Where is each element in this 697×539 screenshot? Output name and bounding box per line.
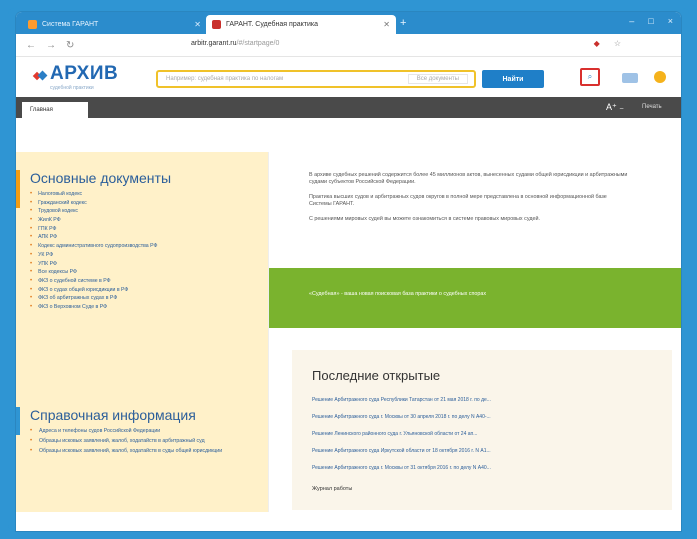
doc-link[interactable]: Налоговый кодекс bbox=[30, 190, 157, 199]
message-icon[interactable] bbox=[622, 73, 638, 83]
section-accent bbox=[16, 407, 20, 435]
intro-text: В архиве судебных решений содержится бол… bbox=[309, 172, 629, 231]
recent-title: Последние открытые bbox=[312, 368, 441, 383]
recent-doc-link[interactable]: Решение Арбитражного суда Иркутской обла… bbox=[312, 447, 491, 464]
site-header: АРХИВ судебной практики Например: судебн… bbox=[16, 57, 681, 97]
recent-doc-link[interactable]: Решение Ленинского районного суда г. Уль… bbox=[312, 430, 491, 447]
promo-banner[interactable]: «Судебная» - ваша новая поисковая база п… bbox=[269, 268, 681, 328]
intro-paragraph: Практика высших судов и арбитражных судо… bbox=[309, 194, 607, 207]
doc-link[interactable]: УК РФ bbox=[30, 251, 157, 260]
logo-subtitle: судебной практики bbox=[50, 85, 94, 91]
search-button[interactable]: Найти bbox=[482, 70, 544, 88]
tab-bar: Система ГАРАНТ ✕ ГАРАНТ. Судебная практи… bbox=[16, 12, 681, 34]
doc-link[interactable]: АПК РФ bbox=[30, 233, 157, 242]
promo-text: «Судебная» - ваша новая поисковая база п… bbox=[309, 291, 487, 297]
shield-icon[interactable]: ◆ bbox=[594, 39, 600, 48]
tab-garant-system[interactable]: Система ГАРАНТ ✕ bbox=[22, 15, 207, 34]
doc-link[interactable]: ФКЗ об арбитражных судах в РФ bbox=[30, 294, 157, 303]
url-path: /#/startpage/0 bbox=[236, 40, 280, 47]
garant-logo-icon bbox=[34, 70, 46, 82]
reference-info-title: Справочная информация bbox=[30, 407, 196, 423]
close-icon[interactable]: ✕ bbox=[194, 20, 201, 29]
main-docs-list: Налоговый кодекс Гражданский кодекс Труд… bbox=[30, 190, 157, 312]
font-size-control[interactable]: A⁺ ₋ bbox=[606, 102, 624, 113]
star-icon[interactable]: ☆ bbox=[614, 39, 621, 48]
print-button[interactable]: Печать bbox=[642, 104, 662, 110]
reference-link[interactable]: Образцы исковых заявлений, жалоб, ходата… bbox=[30, 438, 260, 445]
new-tab-button[interactable]: + bbox=[400, 17, 406, 29]
search-input[interactable]: Например: судебная практика по налогам В… bbox=[156, 70, 476, 88]
doc-link[interactable]: ГПК РФ bbox=[30, 225, 157, 234]
maximize-button[interactable]: □ bbox=[648, 16, 653, 26]
navbar: Главная A⁺ ₋ Печать bbox=[16, 97, 681, 118]
reload-icon[interactable]: ↻ bbox=[66, 40, 74, 51]
reference-link[interactable]: Адреса и телефоны судов Российской Федер… bbox=[30, 428, 260, 435]
window-controls: – □ × bbox=[629, 16, 673, 26]
tab-title: ГАРАНТ. Судебная практика bbox=[226, 21, 318, 28]
back-arrow-icon[interactable]: ← bbox=[26, 40, 36, 51]
minimize-button[interactable]: – bbox=[629, 16, 634, 26]
search-placeholder: Например: судебная практика по налогам bbox=[166, 76, 284, 82]
doc-link[interactable]: ЖилК РФ bbox=[30, 216, 157, 225]
reference-list: Адреса и телефоны судов Российской Федер… bbox=[30, 428, 260, 458]
doc-link[interactable]: ФКЗ о Верховном Суде в РФ bbox=[30, 303, 157, 312]
logo-text: АРХИВ bbox=[50, 63, 119, 84]
url-host: arbitr.garant.ru bbox=[191, 40, 237, 47]
tab-home[interactable]: Главная bbox=[22, 102, 88, 118]
doc-link[interactable]: ФКЗ о судах общей юрисдикции в РФ bbox=[30, 286, 157, 295]
doc-link[interactable]: ФКЗ о судебной системе в РФ bbox=[30, 277, 157, 286]
intro-paragraph: В архиве судебных решений содержится бол… bbox=[309, 172, 628, 185]
recent-doc-link[interactable]: Решение Арбитражного суда г. Москвы от 3… bbox=[312, 464, 491, 481]
doc-link[interactable]: Все кодексы РФ bbox=[30, 268, 157, 277]
document-search-icon[interactable]: ⌕ bbox=[580, 68, 600, 86]
sidebar: Основные документы Налоговый кодекс Граж… bbox=[16, 152, 269, 512]
address-icons: ◆ ☆ bbox=[594, 39, 621, 48]
doc-link[interactable]: Трудовой кодекс bbox=[30, 207, 157, 216]
journal-link[interactable]: Журнал работы bbox=[312, 486, 352, 492]
close-window-button[interactable]: × bbox=[668, 16, 673, 26]
tab-court-practice[interactable]: ГАРАНТ. Судебная практика ✕ bbox=[206, 15, 396, 34]
recent-list: Решение Арбитражного суда Республики Тат… bbox=[312, 396, 491, 481]
address-bar: ← → ↻ arbitr.garant.ru/#/startpage/0 ◆ ☆ bbox=[16, 34, 681, 57]
recent-doc-link[interactable]: Решение Арбитражного суда Республики Тат… bbox=[312, 396, 491, 413]
doc-link[interactable]: УПК РФ bbox=[30, 260, 157, 269]
garant-favicon-icon bbox=[212, 20, 221, 29]
doc-link[interactable]: Кодекс административного судопроизводств… bbox=[30, 242, 157, 251]
forward-arrow-icon[interactable]: → bbox=[46, 40, 56, 51]
recent-doc-link[interactable]: Решение Арбитражного суда г. Москвы от 3… bbox=[312, 413, 491, 430]
url-field[interactable]: arbitr.garant.ru/#/startpage/0 bbox=[191, 40, 279, 47]
logo[interactable]: АРХИВ судебной практики bbox=[34, 63, 119, 92]
section-accent bbox=[16, 170, 20, 208]
search-scope-select[interactable]: Все документы bbox=[407, 74, 468, 84]
recent-panel: Последние открытые Решение Арбитражного … bbox=[292, 350, 672, 510]
main-docs-title: Основные документы bbox=[30, 170, 172, 186]
close-icon[interactable]: ✕ bbox=[383, 20, 390, 29]
doc-link[interactable]: Гражданский кодекс bbox=[30, 199, 157, 208]
reference-link[interactable]: Образцы исковых заявлений, жалоб, ходата… bbox=[30, 448, 260, 455]
user-icon[interactable] bbox=[654, 71, 666, 83]
tab-title: Система ГАРАНТ bbox=[42, 21, 99, 28]
intro-paragraph: С решениями мировых судей вы можете озна… bbox=[309, 216, 540, 222]
garant-favicon-icon bbox=[28, 20, 37, 29]
